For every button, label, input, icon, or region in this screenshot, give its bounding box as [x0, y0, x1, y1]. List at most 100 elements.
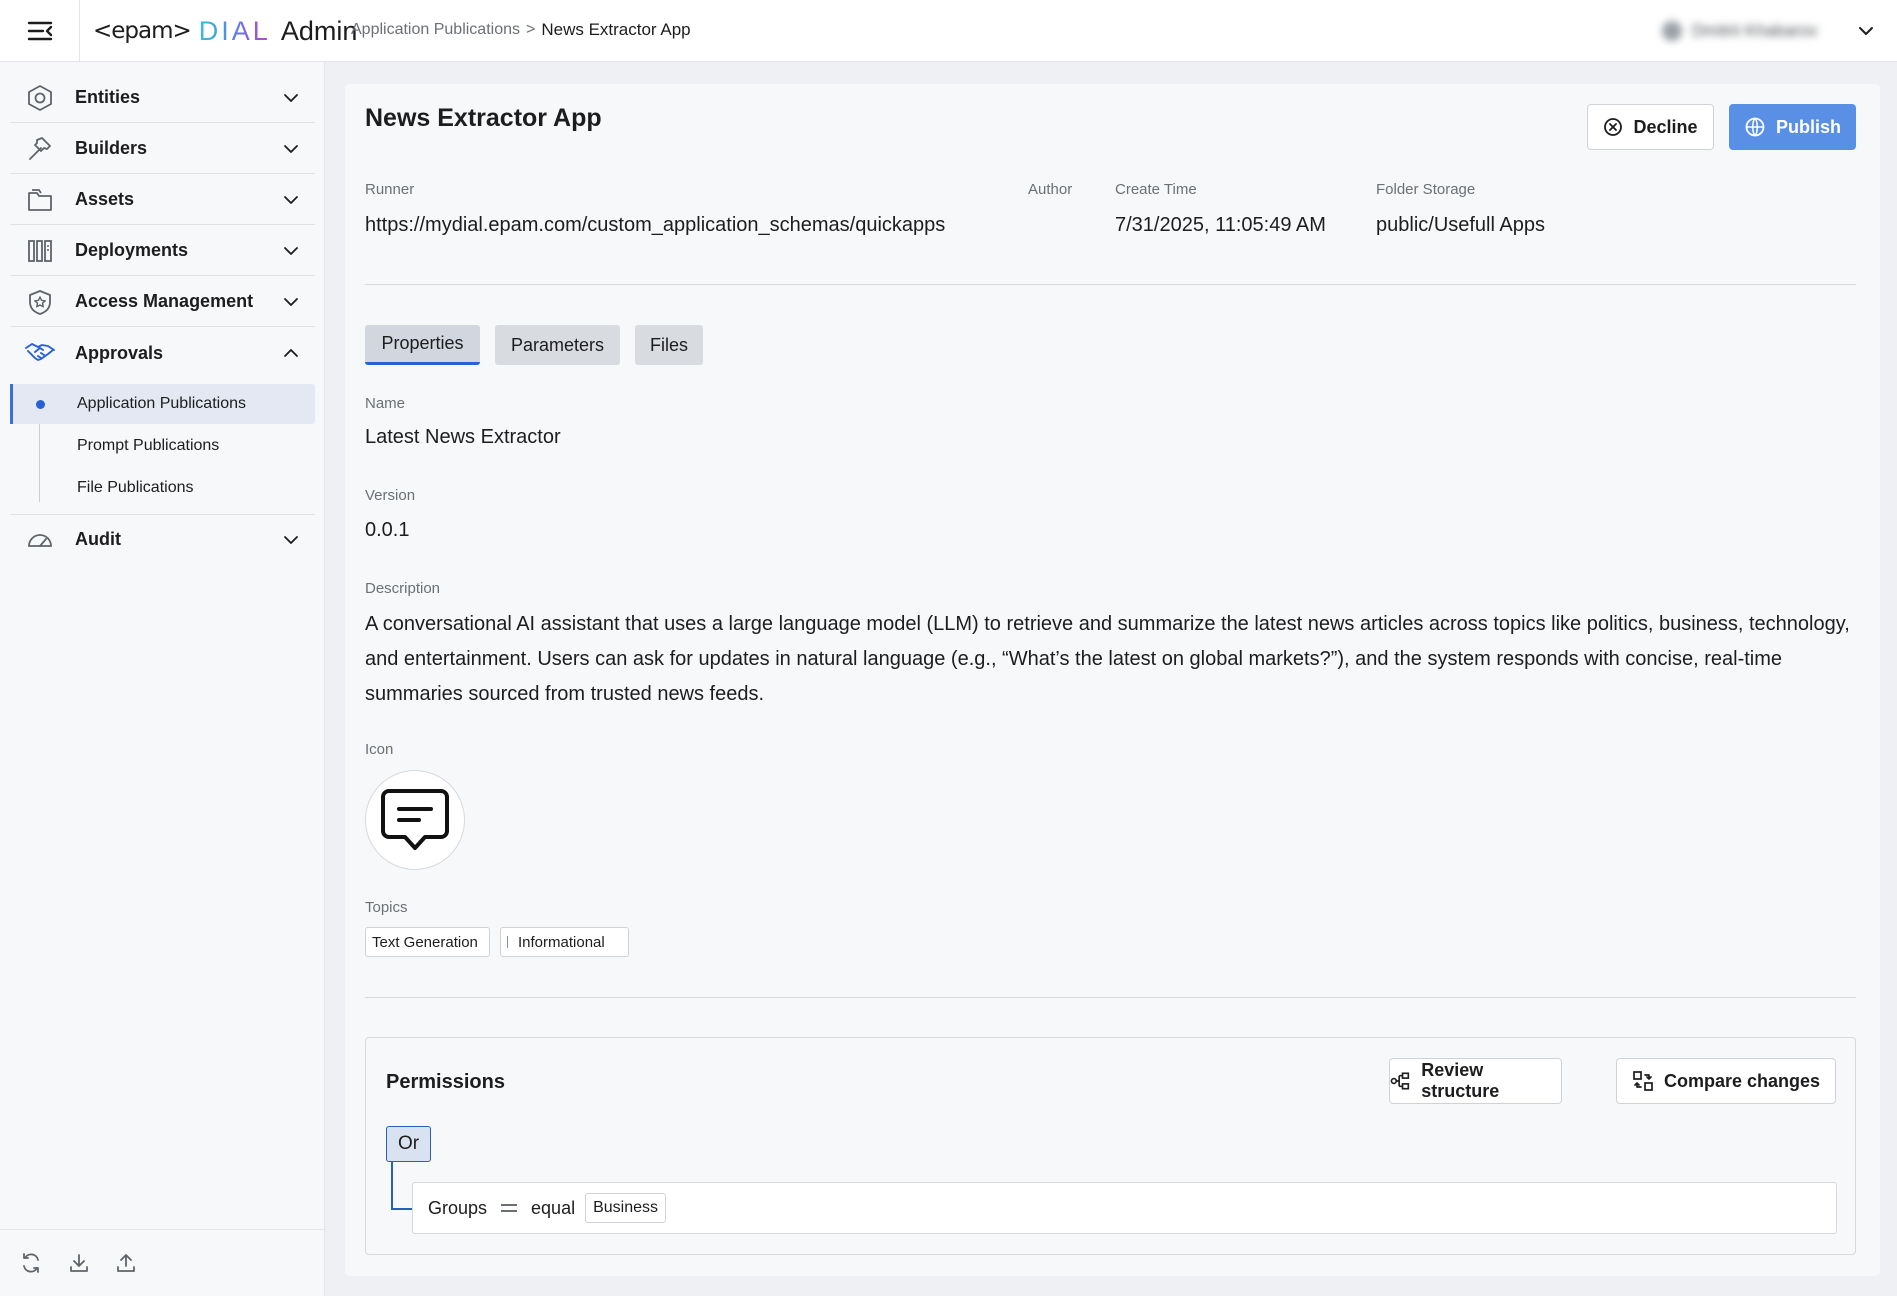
folder-icon	[25, 185, 55, 215]
structure-icon	[1390, 1072, 1410, 1090]
review-structure-label: Review structure	[1421, 1060, 1500, 1101]
sidebar-subitem-file-publications[interactable]: File Publications	[10, 468, 315, 508]
sidebar-subitem-label: Prompt Publications	[77, 437, 220, 454]
author-label: Author	[1028, 181, 1073, 198]
topics-label: Topics	[365, 899, 408, 916]
create-time-label: Create Time	[1115, 181, 1197, 198]
page-title: News Extractor App	[365, 104, 602, 132]
tree-connector	[391, 1162, 393, 1210]
menu-toggle-icon[interactable]	[22, 16, 58, 46]
topic-tag-label: Informational	[518, 933, 605, 951]
hammer-icon	[25, 134, 55, 164]
sidebar-item-label: Access Management	[75, 291, 254, 311]
folder-storage-label: Folder Storage	[1376, 181, 1476, 198]
chevron-down-icon	[283, 194, 299, 206]
app-icon	[365, 770, 465, 870]
create-time-value: 7/31/2025, 11:05:49 AM	[1115, 214, 1326, 236]
chevron-down-icon[interactable]	[1857, 23, 1875, 39]
topic-tag-label: Text Generation	[372, 933, 478, 951]
icon-label: Icon	[365, 741, 394, 758]
folder-storage-value: public/Usefull Apps	[1376, 214, 1545, 236]
active-dot	[36, 400, 45, 409]
permissions-panel: Permissions Review structure Compare cha…	[365, 1037, 1856, 1255]
chevron-down-icon	[283, 143, 299, 155]
publish-label: Publish	[1775, 116, 1841, 137]
logo-dial: DIAL	[198, 15, 271, 46]
permissions-title: Permissions	[386, 1071, 505, 1093]
app-logo[interactable]: <epam> DIAL Admin	[93, 13, 357, 49]
sidebar-subitem-prompt-publications[interactable]: Prompt Publications	[10, 426, 315, 466]
compare-changes-label: Compare changes	[1663, 1070, 1821, 1091]
sidebar-subitem-application-publications[interactable]: Application Publications	[10, 384, 315, 424]
equals-icon	[501, 1204, 518, 1212]
refresh-icon[interactable]	[16, 1248, 46, 1278]
version-value: 0.0.1	[365, 519, 410, 541]
sidebar-subitem-label: File Publications	[77, 479, 194, 496]
divider	[365, 997, 1856, 998]
sidebar-item-approvals[interactable]: Approvals	[10, 328, 315, 378]
sidebar-item-access-management[interactable]: Access Management	[10, 277, 315, 327]
sidebar-item-label: Assets	[75, 189, 135, 209]
compare-changes-button[interactable]: Compare changes	[1616, 1058, 1836, 1104]
runner-label: Runner	[365, 181, 415, 198]
chevron-down-icon	[283, 296, 299, 308]
version-label: Version	[365, 487, 416, 504]
description-value: A conversational AI assistant that uses …	[365, 613, 1850, 705]
tab-files[interactable]: Files	[635, 325, 703, 365]
sidebar: Entities Builders Assets Deployments Acc…	[0, 62, 325, 1296]
sidebar-item-audit[interactable]: Audit	[10, 514, 315, 564]
chevron-down-icon	[283, 245, 299, 257]
chevron-down-icon	[283, 92, 299, 104]
sidebar-item-label: Approvals	[75, 342, 164, 363]
tag-marker	[507, 936, 508, 948]
description-label: Description	[365, 580, 441, 597]
name-value: Latest News Extractor	[365, 426, 561, 448]
user-info: Dmitrii Khabarov	[1662, 21, 1818, 41]
deployments-icon	[25, 236, 55, 266]
rule-value-tag: Business	[585, 1193, 666, 1223]
close-circle-icon	[1604, 118, 1623, 136]
logo-admin: Admin	[280, 15, 358, 46]
breadcrumb-separator: >	[526, 21, 536, 38]
tab-parameters[interactable]: Parameters	[495, 325, 620, 365]
hexagon-icon	[25, 83, 55, 113]
breadcrumb-parent[interactable]: Application Publications	[351, 21, 520, 39]
avatar	[1662, 21, 1682, 41]
compare-icon	[1633, 1071, 1653, 1091]
download-icon[interactable]	[64, 1248, 94, 1278]
permission-rule[interactable]: Groups equal Business	[412, 1182, 1837, 1234]
review-structure-button[interactable]: Review structure	[1389, 1058, 1562, 1104]
sidebar-item-deployments[interactable]: Deployments	[10, 226, 315, 276]
sidebar-item-label: Deployments	[75, 240, 189, 260]
name-label: Name	[365, 395, 406, 412]
sidebar-footer-divider	[0, 1229, 325, 1230]
header-divider	[79, 0, 80, 62]
sidebar-item-builders[interactable]: Builders	[10, 124, 315, 174]
sidebar-subitem-label: Application Publications	[77, 395, 246, 412]
user-menu[interactable]: Dmitrii Khabarov	[1655, 14, 1875, 48]
publication-detail-card: News Extractor App Decline Publish Runne…	[345, 84, 1880, 1276]
rule-operator: equal	[531, 1197, 576, 1218]
publish-button[interactable]: Publish	[1729, 104, 1856, 150]
chevron-up-icon	[283, 347, 299, 359]
decline-button[interactable]: Decline	[1587, 104, 1714, 150]
handshake-icon	[25, 338, 55, 368]
sidebar-item-assets[interactable]: Assets	[10, 175, 315, 225]
gauge-icon	[25, 525, 55, 555]
sidebar-item-label: Entities	[75, 87, 141, 107]
sidebar-item-label: Audit	[75, 529, 121, 549]
sidebar-item-label: Builders	[75, 138, 148, 158]
tab-properties[interactable]: Properties	[365, 325, 480, 365]
upload-icon[interactable]	[111, 1248, 141, 1278]
shield-star-icon	[25, 287, 55, 317]
globe-icon	[1745, 117, 1765, 137]
logic-operator-chip[interactable]: Or	[386, 1126, 431, 1162]
breadcrumb-current: News Extractor App	[541, 20, 691, 39]
chevron-down-icon	[283, 534, 299, 546]
decline-label: Decline	[1633, 116, 1698, 137]
topic-tag: Informational	[500, 927, 629, 957]
rule-field: Groups	[428, 1197, 488, 1218]
divider	[365, 284, 1856, 285]
logo-epam: <epam>	[93, 18, 192, 44]
sidebar-item-entities[interactable]: Entities	[10, 73, 315, 123]
